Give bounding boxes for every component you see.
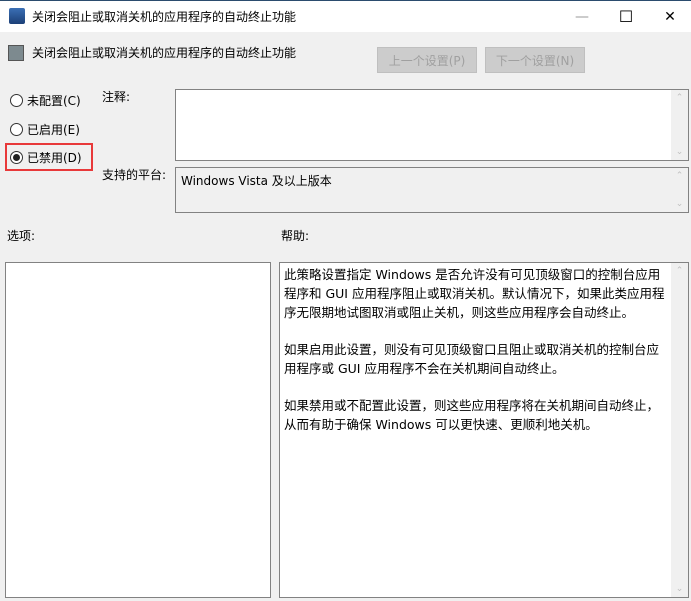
scroll-down-icon[interactable]: ⌄ [676,147,684,157]
radio-circle[interactable] [10,94,23,107]
platform-field: Windows Vista 及以上版本 ⌃ ⌄ [175,167,689,213]
platform-scrollbar[interactable]: ⌃ ⌄ [671,168,688,212]
policy-icon [8,45,24,61]
scroll-down-icon[interactable]: ⌄ [676,584,684,594]
close-button[interactable]: ✕ [648,1,691,32]
comment-scrollbar[interactable]: ⌃ ⌄ [671,90,688,160]
comment-input[interactable]: ⌃ ⌄ [175,89,689,161]
radio-label: 未配置(C) [27,94,81,108]
maximize-button[interactable]: ☐ [604,1,648,32]
help-label: 帮助: [281,229,310,243]
scroll-down-icon[interactable]: ⌄ [676,199,684,209]
comment-label: 注释: [102,90,131,104]
minimize-button[interactable]: — [560,1,604,32]
options-panel [5,262,271,598]
platform-value: Windows Vista 及以上版本 [181,174,332,188]
highlight-box [5,143,93,171]
radio-enabled[interactable]: 已启用(E) [10,121,80,138]
platform-label: 支持的平台: [102,168,167,182]
help-panel: 此策略设置指定 Windows 是否允许没有可见顶级窗口的控制台应用程序和 GU… [279,262,689,598]
help-paragraph: 如果启用此设置，则没有可见顶级窗口且阻止或取消关机的控制台应用程序或 GUI 应… [284,342,660,376]
window-title: 关闭会阻止或取消关机的应用程序的自动终止功能 [32,10,297,24]
policy-app-icon [9,8,25,24]
radio-not-configured[interactable]: 未配置(C) [10,92,81,109]
scroll-up-icon[interactable]: ⌃ [676,171,684,181]
radio-circle[interactable] [10,123,23,136]
help-paragraph: 此策略设置指定 Windows 是否允许没有可见顶级窗口的控制台应用程序和 GU… [284,267,665,320]
scroll-up-icon[interactable]: ⌃ [676,93,684,103]
help-scrollbar[interactable]: ⌃ ⌄ [671,263,688,597]
previous-setting-button[interactable]: 上一个设置(P) [377,47,477,73]
scroll-up-icon[interactable]: ⌃ [676,266,684,276]
policy-title: 关闭会阻止或取消关机的应用程序的自动终止功能 [32,46,297,60]
radio-label: 已启用(E) [27,123,80,137]
help-paragraph: 如果禁用或不配置此设置，则这些应用程序将在关机期间自动终止，从而有助于确保 Wi… [284,398,660,432]
title-bar: 关闭会阻止或取消关机的应用程序的自动终止功能 — ☐ ✕ [0,1,691,32]
options-label: 选项: [7,229,36,243]
next-setting-button[interactable]: 下一个设置(N) [485,47,585,73]
